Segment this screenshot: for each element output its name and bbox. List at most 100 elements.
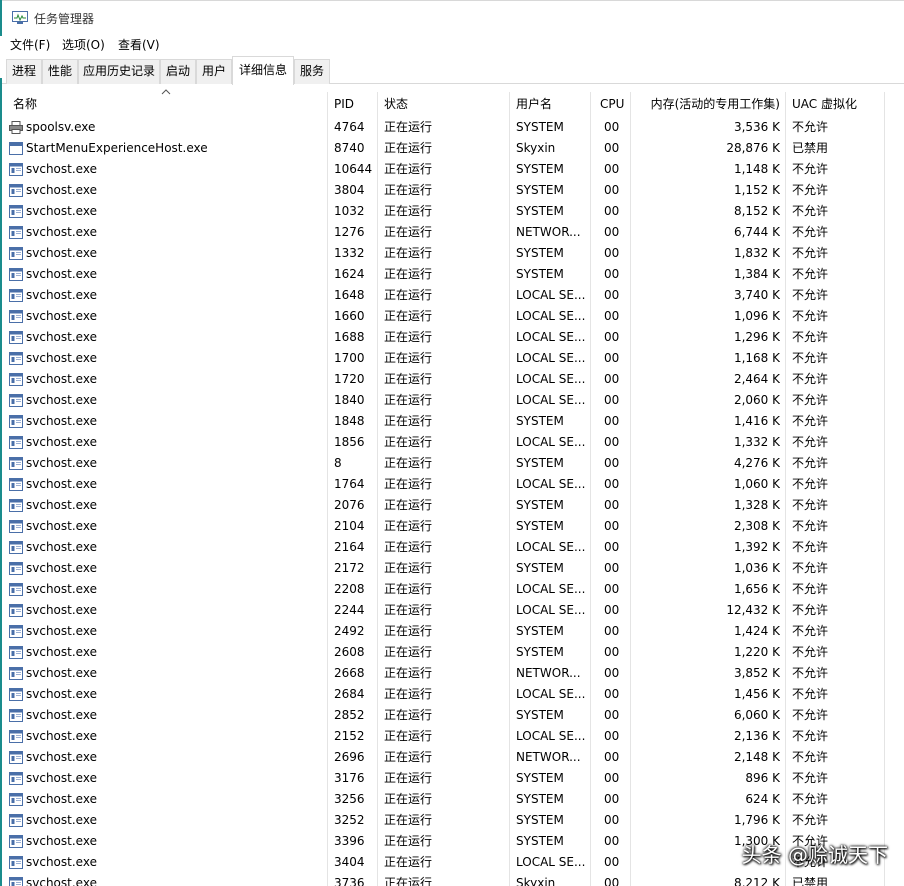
table-row[interactable]: svchost.exe 2152 正在运行 LOCAL SE... 00 2,136 K 不… (0, 726, 904, 747)
cell-pid: 2172 (334, 561, 365, 575)
cell-cpu: 00 (604, 582, 620, 596)
cell-name: spoolsv.exe (26, 120, 96, 134)
table-row[interactable]: svchost.exe 3256 正在运行 SYSTEM 00 624 K 不允许 (0, 789, 904, 810)
cell-user: LOCAL SE... (516, 309, 586, 323)
cell-status: 正在运行 (384, 540, 433, 554)
tab-services[interactable]: 服务 (294, 59, 330, 84)
tab-startup[interactable]: 启动 (160, 59, 196, 84)
table-row[interactable]: svchost.exe 2696 正在运行 NETWOR... 00 2,148 K 不允许 (0, 747, 904, 768)
table-row[interactable]: svchost.exe 1624 正在运行 SYSTEM 00 1,384 K 不允许 (0, 264, 904, 285)
table-row[interactable]: svchost.exe 1688 正在运行 LOCAL SE... 00 1,296 K 不… (0, 327, 904, 348)
table-row[interactable]: svchost.exe 3252 正在运行 SYSTEM 00 1,796 K 不允许 (0, 810, 904, 831)
cell-user: LOCAL SE... (516, 288, 586, 302)
cell-cpu: 00 (604, 393, 620, 407)
cell-cpu: 00 (604, 204, 620, 218)
tab-bar: 进程 性能 应用历史记录 启动 用户 详细信息 服务 (2, 56, 904, 85)
table-row[interactable]: svchost.exe 1764 正在运行 LOCAL SE... 00 1,060 K 不… (0, 474, 904, 495)
table-row[interactable]: svchost.exe 2244 正在运行 LOCAL SE... 00 12,432 K… (0, 600, 904, 621)
cell-pid: 10644 (334, 162, 373, 176)
table-row[interactable]: svchost.exe 2684 正在运行 LOCAL SE... 00 1,456 K 不… (0, 684, 904, 705)
column-header-name[interactable]: 名称 (13, 92, 37, 116)
cell-uac: 已禁用 (792, 876, 829, 886)
cell-name: svchost.exe (26, 750, 97, 764)
table-row[interactable]: svchost.exe 2172 正在运行 SYSTEM 00 1,036 K 不允许 (0, 558, 904, 579)
table-row[interactable]: svchost.exe 1840 正在运行 LOCAL SE... 00 2,060 K 不… (0, 390, 904, 411)
cell-uac: 不允许 (792, 687, 829, 701)
cell-pid: 1764 (334, 477, 365, 491)
service-icon (9, 415, 23, 428)
cell-uac: 不允许 (792, 582, 829, 596)
table-row[interactable]: svchost.exe 10644 正在运行 SYSTEM 00 1,148 K 不允许 (0, 159, 904, 180)
menu-view[interactable]: 查看(V) (118, 37, 160, 53)
table-row[interactable]: svchost.exe 2668 正在运行 NETWOR... 00 3,852 K 不允许 (0, 663, 904, 684)
cell-pid: 2608 (334, 645, 365, 659)
table-row[interactable]: svchost.exe 1856 正在运行 LOCAL SE... 00 1,332 K 不… (0, 432, 904, 453)
cell-user: Skyxin (516, 876, 556, 886)
table-row[interactable]: svchost.exe 1848 正在运行 SYSTEM 00 1,416 K 不允许 (0, 411, 904, 432)
task-manager-icon (12, 11, 28, 24)
table-row[interactable]: svchost.exe 3736 正在运行 Skyxin 00 8,212 K 已禁用 (0, 873, 904, 886)
cell-uac: 不允许 (792, 288, 829, 302)
cell-cpu: 00 (604, 477, 620, 491)
table-row[interactable]: StartMenuExperienceHost.exe 8740 正在运行 Skyxi… (0, 138, 904, 159)
cell-pid: 3804 (334, 183, 365, 197)
menu-file[interactable]: 文件(F) (10, 37, 50, 53)
cell-cpu: 00 (604, 561, 620, 575)
cell-pid: 1856 (334, 435, 365, 449)
column-header-memory[interactable]: 内存(活动的专用工作集) (640, 92, 780, 116)
title-bar: 任务管理器 (2, 0, 904, 36)
tab-processes[interactable]: 进程 (6, 59, 42, 84)
column-header-status[interactable]: 状态 (384, 92, 408, 116)
cell-status: 正在运行 (384, 708, 433, 722)
cell-memory: 4,276 K (733, 456, 780, 470)
table-row[interactable]: svchost.exe 8 正在运行 SYSTEM 00 4,276 K 不允许 (0, 453, 904, 474)
table-row[interactable]: svchost.exe 2104 正在运行 SYSTEM 00 2,308 K 不允许 (0, 516, 904, 537)
cell-cpu: 00 (604, 519, 620, 533)
table-row[interactable]: svchost.exe 2608 正在运行 SYSTEM 00 1,220 K 不允许 (0, 642, 904, 663)
cell-status: 正在运行 (384, 372, 433, 386)
table-row[interactable]: svchost.exe 1648 正在运行 LOCAL SE... 00 3,740 K 不… (0, 285, 904, 306)
cell-memory: 1,220 K (733, 645, 780, 659)
cell-cpu: 00 (604, 792, 620, 806)
cell-memory: 12,432 K (726, 603, 780, 617)
cell-user: NETWOR... (516, 666, 581, 680)
table-row[interactable]: svchost.exe 2852 正在运行 SYSTEM 00 6,060 K 不允许 (0, 705, 904, 726)
table-row[interactable]: svchost.exe 3804 正在运行 SYSTEM 00 1,152 K 不允许 (0, 180, 904, 201)
service-icon (9, 394, 23, 407)
cell-user: LOCAL SE... (516, 729, 586, 743)
table-row[interactable]: svchost.exe 3176 正在运行 SYSTEM 00 896 K 不允许 (0, 768, 904, 789)
cell-user: SYSTEM (516, 624, 564, 638)
table-row[interactable]: svchost.exe 1032 正在运行 SYSTEM 00 8,152 K 不允许 (0, 201, 904, 222)
cell-uac: 不允许 (792, 666, 829, 680)
tab-performance[interactable]: 性能 (42, 59, 78, 84)
service-icon (9, 709, 23, 722)
table-row[interactable]: svchost.exe 1700 正在运行 LOCAL SE... 00 1,168 K 不… (0, 348, 904, 369)
table-row[interactable]: svchost.exe 2164 正在运行 LOCAL SE... 00 1,392 K 不… (0, 537, 904, 558)
table-row[interactable]: svchost.exe 1720 正在运行 LOCAL SE... 00 2,464 K 不… (0, 369, 904, 390)
tab-details[interactable]: 详细信息 (232, 56, 294, 85)
table-row[interactable]: svchost.exe 2076 正在运行 SYSTEM 00 1,328 K 不允许 (0, 495, 904, 516)
cell-cpu: 00 (604, 813, 620, 827)
cell-uac: 不允许 (792, 498, 829, 512)
column-header-cpu[interactable]: CPU (600, 92, 624, 116)
column-header-pid[interactable]: PID (334, 92, 354, 116)
table-row[interactable]: spoolsv.exe 4764 正在运行 SYSTEM 00 3,536 K 不允许 (0, 117, 904, 138)
cell-name: svchost.exe (26, 666, 97, 680)
column-header-uac[interactable]: UAC 虚拟化 (792, 92, 857, 116)
table-row[interactable]: svchost.exe 2208 正在运行 LOCAL SE... 00 1,656 K 不… (0, 579, 904, 600)
app-window-icon (9, 142, 23, 155)
table-row[interactable]: svchost.exe 2492 正在运行 SYSTEM 00 1,424 K 不允许 (0, 621, 904, 642)
cell-cpu: 00 (604, 708, 620, 722)
cell-status: 正在运行 (384, 750, 433, 764)
column-header-user[interactable]: 用户名 (516, 92, 552, 116)
cell-uac: 不允许 (792, 309, 829, 323)
table-row[interactable]: svchost.exe 1660 正在运行 LOCAL SE... 00 1,096 K 不… (0, 306, 904, 327)
tab-users[interactable]: 用户 (196, 59, 232, 84)
tab-app-history[interactable]: 应用历史记录 (78, 59, 160, 84)
cell-name: svchost.exe (26, 834, 97, 848)
table-row[interactable]: svchost.exe 1276 正在运行 NETWOR... 00 6,744 K 不允许 (0, 222, 904, 243)
menu-options[interactable]: 选项(O) (62, 37, 105, 53)
service-icon (9, 436, 23, 449)
table-row[interactable]: svchost.exe 1332 正在运行 SYSTEM 00 1,832 K 不允许 (0, 243, 904, 264)
service-icon (9, 184, 23, 197)
